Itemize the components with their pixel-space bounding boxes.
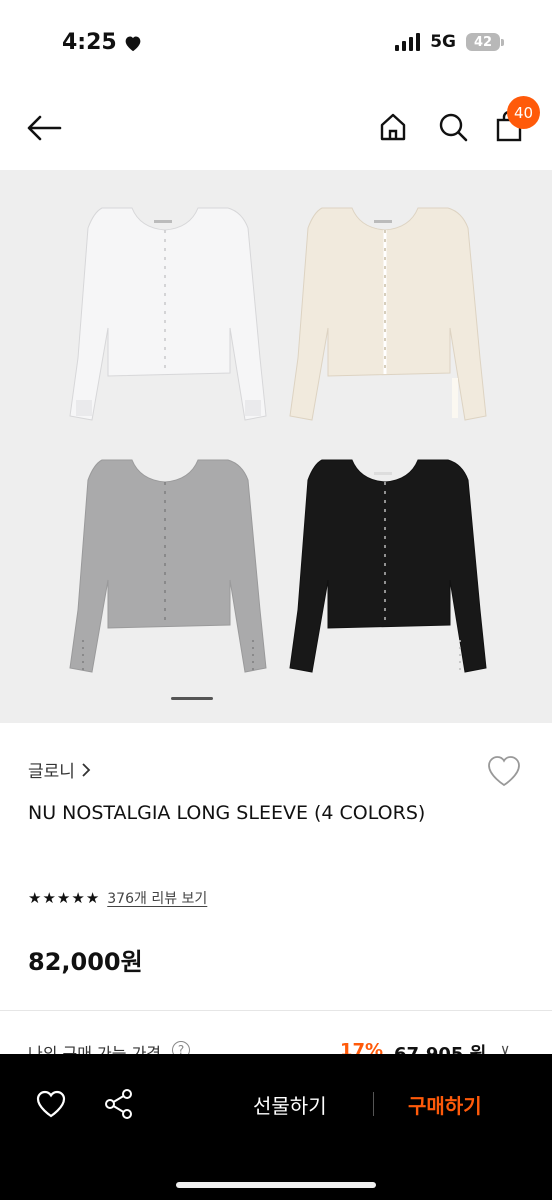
star-icon: ★ [85, 889, 100, 907]
home-icon [380, 113, 406, 141]
separator [373, 1092, 374, 1116]
search-icon [439, 113, 468, 142]
brand-link[interactable]: 글로니 [28, 757, 91, 782]
status-bar: 4:25 5G 42 [0, 0, 552, 90]
gallery-page-indicator [171, 697, 213, 700]
garment-grey [69, 459, 267, 673]
garment-white [69, 207, 267, 421]
back-arrow-icon [27, 115, 62, 141]
heart-icon [36, 1090, 66, 1118]
app-header [0, 90, 552, 170]
signal-icon [395, 33, 421, 51]
brand-name: 글로니 [28, 762, 75, 782]
home-button[interactable] [374, 108, 412, 146]
battery-icon: 42 [466, 33, 504, 51]
star-icon: ★ [28, 889, 42, 907]
review-link[interactable]: 376개 리뷰 보기 [107, 888, 207, 908]
bottom-action-bar: 선물하기 구매하기 [0, 1054, 552, 1200]
product-image-gallery[interactable] [0, 170, 552, 723]
heart-outline-icon [488, 756, 520, 787]
back-button[interactable] [24, 110, 64, 146]
buy-button[interactable]: 구매하기 [408, 1090, 482, 1119]
time-text: 4:25 [62, 30, 117, 55]
cart-count-badge: 40 [507, 96, 540, 129]
heart-status-icon [125, 35, 141, 51]
status-indicators: 5G 42 [395, 32, 504, 52]
search-button[interactable] [434, 108, 472, 146]
chevron-right-icon [82, 762, 91, 777]
status-time: 4:25 [62, 30, 143, 55]
product-price: 82,000원 [28, 948, 143, 976]
star-icon: ★ [71, 889, 85, 907]
like-button[interactable] [34, 1087, 68, 1121]
share-button[interactable] [102, 1087, 136, 1121]
divider [0, 1010, 552, 1011]
star-icon: ★ [42, 889, 56, 907]
garment-cream [289, 207, 487, 421]
star-rating: ★ ★ ★ ★ ★ [28, 889, 99, 907]
product-title: NU NOSTALGIA LONG SLEEVE (4 COLORS) [28, 802, 426, 824]
share-icon [105, 1089, 132, 1119]
wishlist-button[interactable] [485, 752, 523, 790]
rating-row: ★ ★ ★ ★ ★ 376개 리뷰 보기 [28, 888, 207, 908]
star-icon: ★ [56, 889, 71, 907]
product-image [69, 207, 487, 673]
gift-button[interactable]: 선물하기 [253, 1090, 327, 1119]
garment-black [289, 459, 487, 673]
network-label: 5G [430, 32, 456, 52]
battery-level: 42 [466, 33, 500, 51]
home-indicator [176, 1182, 376, 1188]
